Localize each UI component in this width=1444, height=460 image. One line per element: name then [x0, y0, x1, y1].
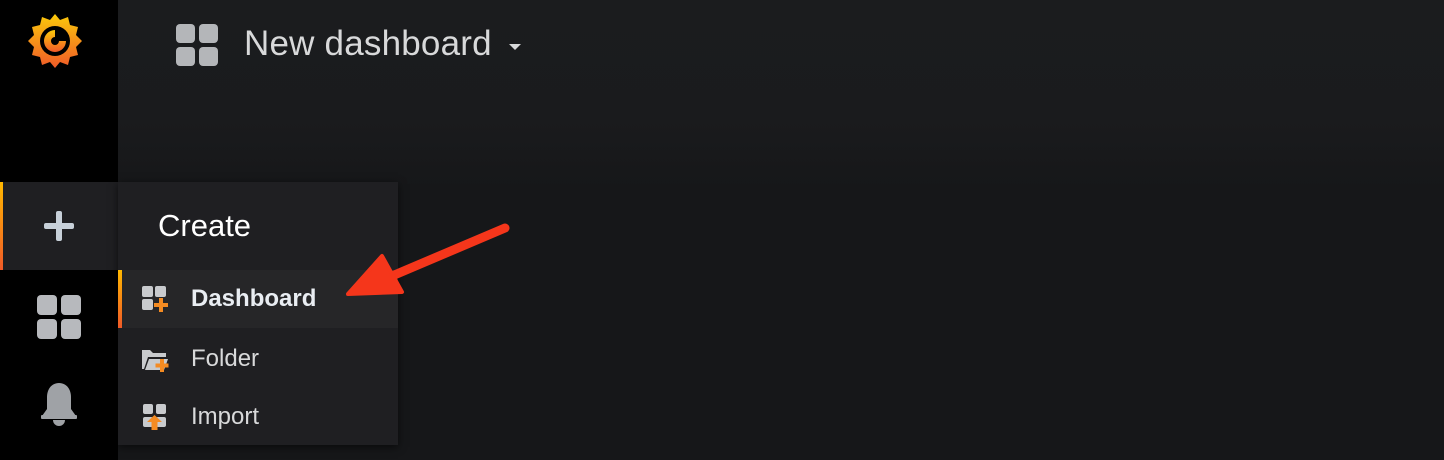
dashboard-title[interactable]: New dashboard: [244, 22, 492, 66]
bell-icon: [41, 383, 77, 426]
grafana-logo[interactable]: [24, 10, 86, 72]
sidemenu-alerting-button[interactable]: [0, 378, 118, 430]
apps-grid-icon[interactable]: [176, 24, 218, 66]
create-folder-label: Folder: [191, 345, 260, 372]
create-dashboard-label: Dashboard: [191, 285, 317, 312]
side-menu: [0, 0, 118, 460]
apps-grid-icon: [37, 295, 81, 339]
sidemenu-create-button[interactable]: [0, 182, 118, 270]
create-import-label: Import: [191, 403, 260, 430]
create-import-item[interactable]: Import: [118, 388, 398, 446]
create-folder-item[interactable]: Folder: [118, 330, 398, 388]
sidemenu-dashboards-button[interactable]: [0, 292, 118, 342]
import-icon: [143, 404, 166, 430]
dashboard-add-icon: [142, 286, 168, 312]
grafana-app: New dashboard Create Dashboard Folder Im…: [0, 0, 1444, 460]
plus-icon: [44, 211, 74, 241]
caret-down-icon[interactable]: [508, 42, 522, 52]
folder-add-icon: [142, 350, 169, 372]
create-menu-title: Create: [158, 208, 252, 243]
annotation-arrow: [346, 223, 510, 296]
navbar: New dashboard: [118, 0, 1444, 90]
